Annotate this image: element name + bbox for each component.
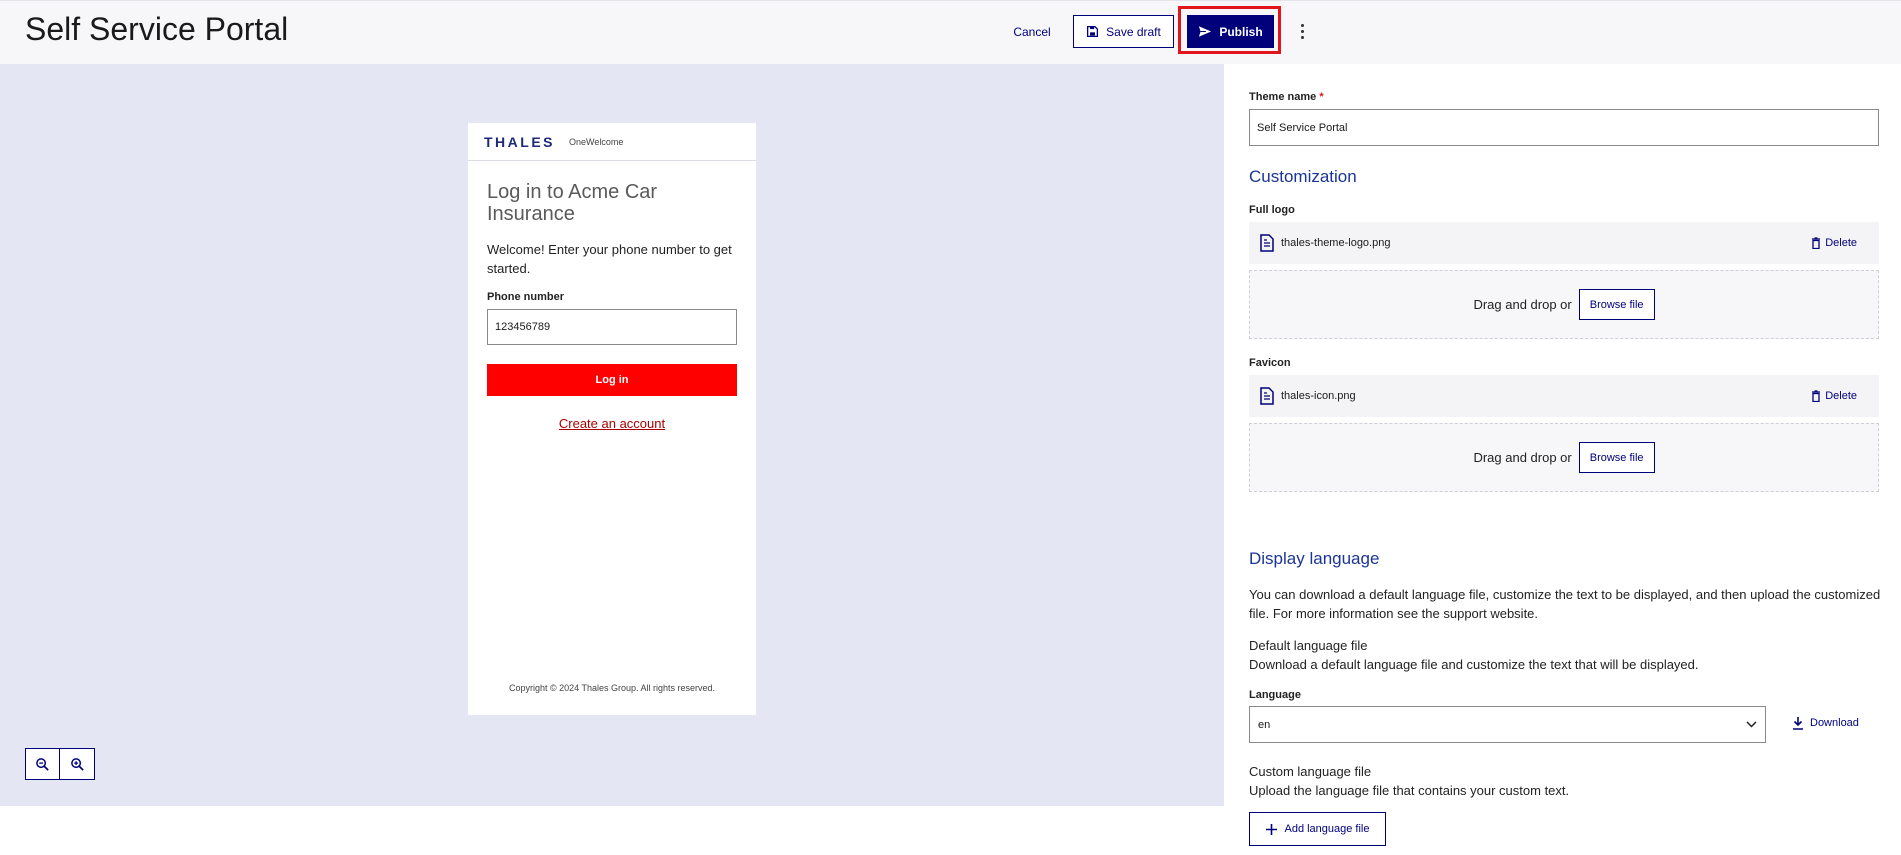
display-language-heading: Display language	[1249, 549, 1380, 568]
save-icon	[1087, 25, 1099, 38]
browse-file-button[interactable]: Browse file	[1578, 289, 1655, 320]
login-button[interactable]: Log in	[487, 364, 737, 396]
download-language-button[interactable]: Download	[1792, 716, 1859, 730]
full-logo-filename: thales-theme-logo.png	[1281, 237, 1391, 249]
settings-panel: Theme name * Self Service Portal Customi…	[1224, 64, 1901, 855]
theme-name-label: Theme name *	[1249, 91, 1324, 103]
download-label: Download	[1810, 717, 1859, 729]
language-select[interactable]: en	[1249, 706, 1766, 743]
product-name: OneWelcome	[569, 136, 624, 147]
drag-drop-text: Drag and drop or	[1473, 450, 1572, 465]
add-language-file-button[interactable]: Add language file	[1249, 812, 1386, 846]
zoom-out-icon	[36, 757, 49, 771]
save-draft-button[interactable]: Save draft	[1073, 15, 1174, 48]
cancel-button[interactable]: Cancel	[1003, 15, 1061, 48]
language-label: Language	[1249, 689, 1301, 701]
theme-name-input[interactable]: Self Service Portal	[1249, 109, 1879, 146]
phone-number-label: Phone number	[487, 291, 565, 303]
zoom-controls	[25, 748, 95, 780]
custom-language-file-text: Upload the language file that contains y…	[1249, 783, 1570, 798]
browse-file-button[interactable]: Browse file	[1578, 442, 1655, 473]
preview-card-header: THALES OneWelcome	[468, 123, 756, 161]
page-title: Self Service Portal	[25, 11, 289, 47]
full-logo-file-row: thales-theme-logo.png Delete	[1249, 222, 1879, 264]
plus-icon	[1266, 823, 1278, 835]
trash-icon	[1812, 390, 1821, 402]
login-welcome-text: Welcome! Enter your phone number to get …	[487, 242, 732, 276]
zoom-out-button[interactable]	[25, 748, 60, 780]
file-icon	[1260, 234, 1274, 252]
copyright-text: Copyright © 2024 Thales Group. All right…	[508, 683, 716, 693]
delete-label: Delete	[1825, 390, 1857, 402]
file-icon	[1260, 387, 1274, 405]
full-logo-dropzone[interactable]: Drag and drop or Browse file	[1249, 270, 1879, 339]
language-selected-value: en	[1258, 718, 1271, 731]
favicon-label: Favicon	[1249, 357, 1291, 369]
theme-name-label-text: Theme name	[1249, 91, 1317, 103]
zoom-in-icon	[70, 757, 84, 771]
chevron-down-icon	[1746, 721, 1757, 728]
add-language-file-label: Add language file	[1284, 823, 1370, 835]
favicon-filename: thales-icon.png	[1281, 390, 1356, 402]
login-preview-card: THALES OneWelcome Log in to Acme Car Ins…	[468, 123, 756, 715]
full-logo-label: Full logo	[1249, 204, 1295, 216]
send-icon	[1199, 26, 1212, 37]
top-header: Self Service Portal Cancel Save draft Pu…	[0, 0, 1901, 64]
create-account-link[interactable]: Create an account	[468, 416, 756, 431]
favicon-file-row: thales-icon.png Delete	[1249, 375, 1879, 417]
phone-number-input[interactable]: 123456789	[487, 309, 737, 345]
save-draft-label: Save draft	[1106, 24, 1161, 39]
publish-label: Publish	[1219, 24, 1263, 39]
download-icon	[1793, 717, 1803, 730]
more-vertical-icon[interactable]	[1294, 17, 1310, 45]
favicon-dropzone[interactable]: Drag and drop or Browse file	[1249, 423, 1879, 492]
delete-full-logo-button[interactable]: Delete	[1811, 237, 1857, 249]
default-language-file-text: Download a default language file and cus…	[1249, 657, 1699, 672]
delete-label: Delete	[1825, 237, 1857, 249]
display-language-description: You can download a default language file…	[1249, 587, 1881, 621]
custom-language-file-title: Custom language file	[1249, 764, 1372, 779]
thales-logo: THALES	[484, 133, 555, 150]
delete-favicon-button[interactable]: Delete	[1811, 390, 1857, 402]
drag-drop-text: Drag and drop or	[1473, 297, 1572, 312]
default-language-file-title: Default language file	[1249, 638, 1368, 653]
zoom-in-button[interactable]	[60, 748, 95, 780]
login-title: Log in to Acme Car Insurance	[487, 181, 658, 225]
publish-button[interactable]: Publish	[1187, 15, 1274, 48]
customization-heading: Customization	[1249, 167, 1357, 186]
trash-icon	[1812, 237, 1821, 249]
required-marker: *	[1319, 91, 1324, 103]
theme-preview-area: THALES OneWelcome Log in to Acme Car Ins…	[0, 64, 1224, 806]
